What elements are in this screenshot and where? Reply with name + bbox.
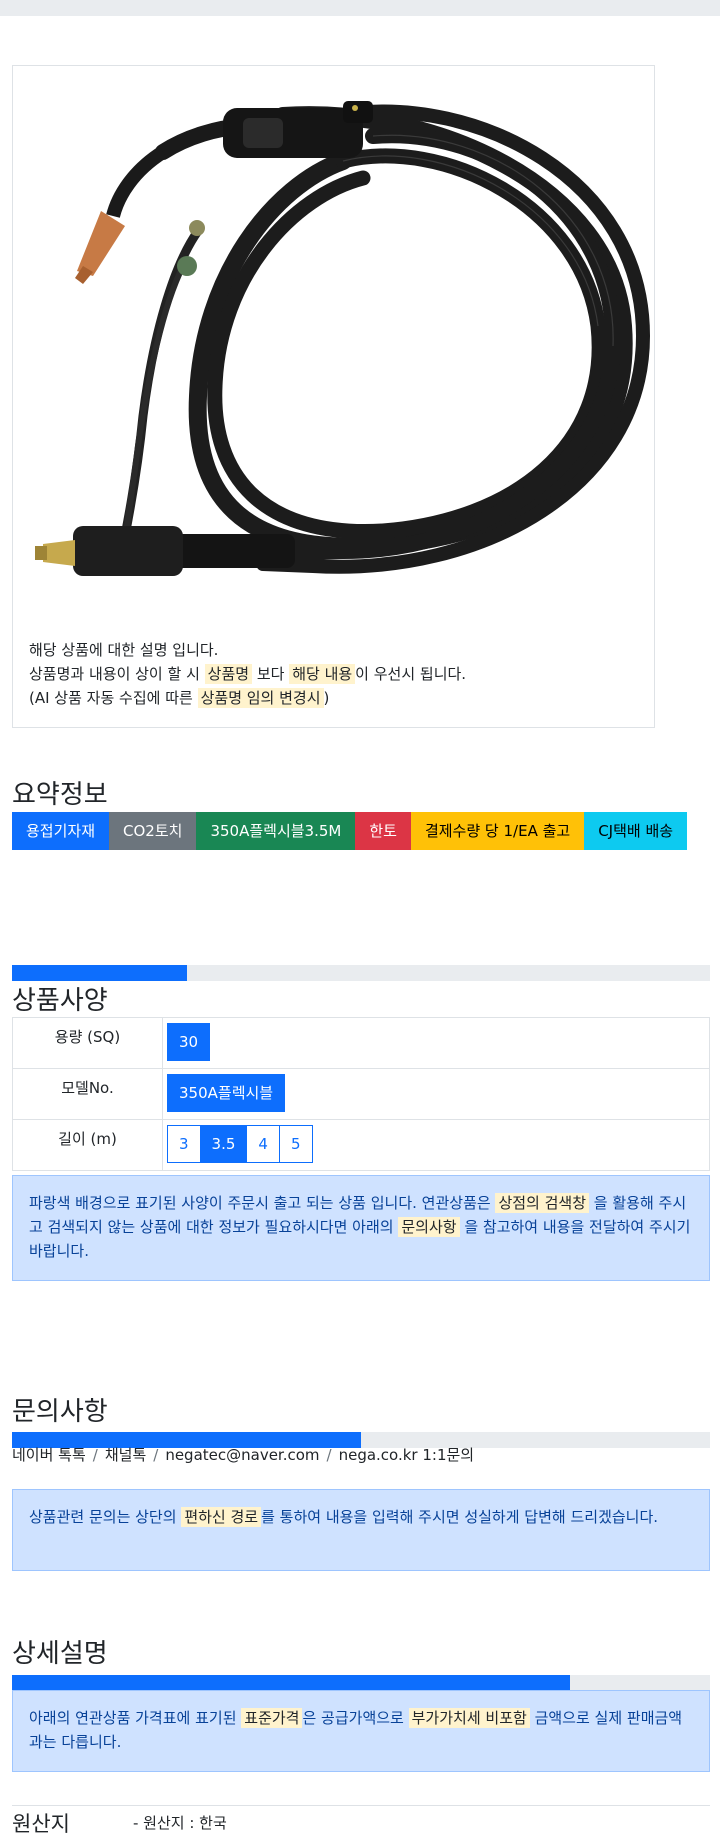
- contact-link[interactable]: nega.co.kr 1:1문의: [339, 1446, 475, 1464]
- highlight-content: 해당 내용: [289, 664, 356, 684]
- desc-line-1: 해당 상품에 대한 설명 입니다.: [29, 641, 219, 659]
- specs-progress-fill: [12, 965, 187, 981]
- spec-row: 용량 (SQ) 30: [12, 1017, 710, 1069]
- spec-option-button[interactable]: 5: [278, 1125, 313, 1163]
- contact-link[interactable]: 네이버 톡톡: [12, 1446, 86, 1464]
- highlight-name-change: 상품명 임의 변경시: [197, 688, 324, 708]
- spec-table: 용량 (SQ) 30 모델No. 350A플렉시블 길이 (m) 3 3.5 4 5: [12, 1017, 710, 1171]
- summary-badge: CJ택배 배송: [584, 812, 688, 850]
- summary-badge: 350A플렉시블3.5M: [196, 812, 356, 850]
- highlight-standard-price: 표준가격: [241, 1708, 303, 1728]
- top-bar: [0, 0, 720, 16]
- specs-note: 파랑색 배경으로 표기된 사양이 주문시 출고 되는 상품 입니다. 연관상품은…: [12, 1175, 710, 1281]
- product-card: 해당 상품에 대한 설명 입니다. 상품명과 내용이 상이 할 시 상품명 보다…: [12, 65, 655, 728]
- contact-separator: /: [92, 1446, 98, 1464]
- highlight-route: 편하신 경로: [181, 1507, 262, 1527]
- contact-links: 네이버 톡톡 / 채널톡 / negatec@naver.com / nega.co.kr …: [12, 1444, 474, 1465]
- origin-title: 원산지: [12, 1812, 70, 1836]
- inquiry-note: 상품관련 문의는 상단의 편하신 경로 를 통하여 내용을 입력해 주시면 성실하…: [12, 1489, 710, 1571]
- spec-option-button[interactable]: 30: [167, 1023, 211, 1061]
- spec-option-button[interactable]: 3: [167, 1125, 201, 1163]
- specs-progress: [12, 965, 710, 981]
- inquiry-title: 문의사항: [12, 1397, 108, 1427]
- summary-badge: 결제수량 당 1/EA 출고: [410, 812, 585, 850]
- highlight-search-box: 상점의 검색창: [495, 1193, 590, 1213]
- origin-divider: [12, 1805, 710, 1806]
- summary-badge: 한토: [355, 812, 411, 850]
- contact-link[interactable]: 채널톡: [105, 1446, 146, 1464]
- specs-title: 상품사양: [12, 986, 108, 1016]
- origin-value: - 원산지 : 한국: [133, 1814, 227, 1832]
- detail-progress: [12, 1675, 710, 1691]
- product-description: 해당 상품에 대한 설명 입니다. 상품명과 내용이 상이 할 시 상품명 보다…: [29, 638, 639, 710]
- summary-badge: CO2토치: [109, 812, 197, 850]
- summary-badge: 용접기자재: [12, 812, 110, 850]
- spec-label: 모델No.: [12, 1068, 163, 1120]
- spec-options: 350A플렉시블: [162, 1068, 710, 1120]
- highlight-vat-excluded: 부가가치세 비포함: [408, 1708, 530, 1728]
- highlight-product-name: 상품명: [204, 664, 253, 684]
- desc-line-2: 상품명과 내용이 상이 할 시 상품명 보다 해당 내용 이 우선시 됩니다.: [29, 664, 467, 684]
- spec-option-button[interactable]: 4: [246, 1125, 280, 1163]
- spec-options: 3 3.5 4 5: [162, 1119, 710, 1171]
- spec-label: 용량 (SQ): [12, 1017, 163, 1069]
- welding-torch-image: [35, 101, 651, 576]
- summary-title: 요약정보: [12, 780, 108, 810]
- spec-label: 길이 (m): [12, 1119, 163, 1171]
- spec-options: 30: [162, 1017, 710, 1069]
- desc-line-3: (AI 상품 자동 수집에 따른 상품명 임의 변경시): [29, 688, 330, 708]
- highlight-inquiry: 문의사항: [398, 1217, 460, 1237]
- summary-badges: 용접기자재 CO2토치 350A플렉시블3.5M 한토 결제수량 당 1/EA 출고 CJ…: [12, 812, 712, 850]
- contact-separator: /: [153, 1446, 159, 1464]
- detail-note: 아래의 연관상품 가격표에 표기된 표준가격 은 공급가액으로 부가가치세 비포함…: [12, 1690, 710, 1772]
- spec-row: 모델No. 350A플렉시블: [12, 1068, 710, 1120]
- spec-option-button[interactable]: 350A플렉시블: [167, 1074, 286, 1112]
- product-image: [13, 66, 654, 622]
- spec-row: 길이 (m) 3 3.5 4 5: [12, 1119, 710, 1171]
- contact-separator: /: [326, 1446, 332, 1464]
- detail-progress-fill: [12, 1675, 571, 1691]
- spec-option-button[interactable]: 3.5: [199, 1125, 248, 1163]
- contact-link[interactable]: negatec@naver.com: [165, 1446, 319, 1464]
- detail-title: 상세설명: [12, 1639, 108, 1669]
